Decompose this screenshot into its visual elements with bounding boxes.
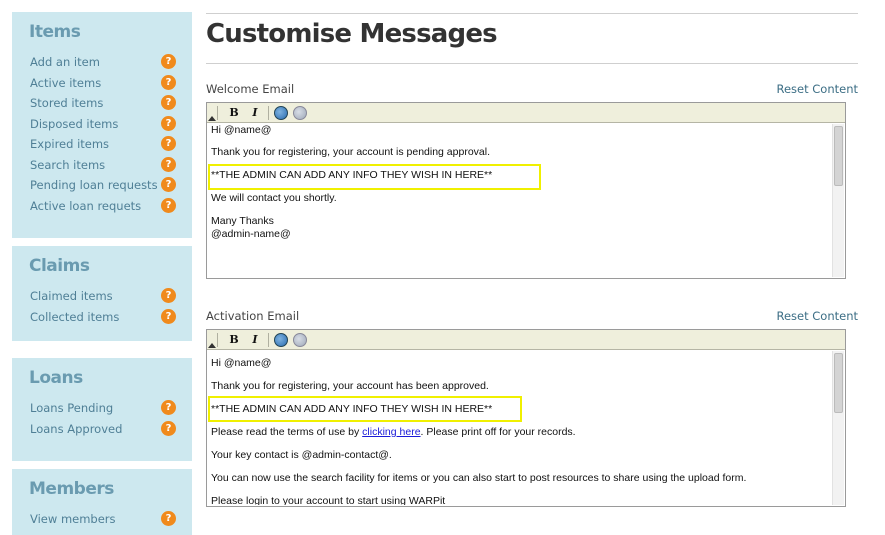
content-line: Thank you for registering, your account … bbox=[211, 146, 490, 158]
help-icon[interactable]: ? bbox=[161, 288, 176, 303]
sidebar-item-label[interactable]: Loans Pending bbox=[30, 401, 113, 415]
terms-of-use-link[interactable]: clicking here bbox=[362, 426, 420, 438]
sidebar-item-label[interactable]: Add an item bbox=[30, 55, 100, 69]
toolbar-separator bbox=[268, 333, 269, 347]
activation-editor-toolbar: B I bbox=[207, 330, 845, 350]
content-text: Please read the terms of use by bbox=[211, 426, 363, 438]
content-line: We will contact you shortly. bbox=[211, 192, 337, 204]
welcome-editor-scrollbar[interactable] bbox=[832, 124, 844, 277]
sidebar-item[interactable]: Loans Approved? bbox=[12, 420, 192, 442]
sidebar-item[interactable]: Search items? bbox=[12, 156, 192, 178]
activation-highlight-box bbox=[208, 396, 522, 422]
sidebar-item[interactable]: Disposed items? bbox=[12, 115, 192, 137]
scrollbar-thumb[interactable] bbox=[834, 353, 843, 413]
resize-corner-icon[interactable] bbox=[208, 343, 216, 348]
sidebar-item-label[interactable]: View members bbox=[30, 512, 116, 526]
sidebar-item[interactable]: Stored items? bbox=[12, 95, 192, 116]
sidebar-panel-items: Items Add an item? Active items? Stored ite… bbox=[12, 12, 192, 238]
help-icon[interactable]: ? bbox=[161, 400, 176, 415]
scrollbar-thumb[interactable] bbox=[834, 126, 843, 186]
sidebar-section-title: Loans bbox=[29, 368, 83, 388]
sidebar-item-label[interactable]: Expired items bbox=[30, 137, 109, 151]
sidebar-item-label[interactable]: Search items bbox=[30, 158, 105, 172]
sidebar-item-label[interactable]: Claimed items bbox=[30, 289, 113, 303]
toolbar-separator bbox=[268, 106, 269, 120]
sidebar-panel-loans: Loans Loans Pending? Loans Approved? bbox=[12, 358, 192, 461]
sidebar-item[interactable]: Add an item? bbox=[12, 54, 192, 75]
sidebar-item[interactable]: Loans Pending? bbox=[12, 400, 192, 421]
content-line: You can now use the search facility for … bbox=[211, 472, 747, 484]
sidebar-panel-claims: Claims Claimed items? Collected items? bbox=[12, 246, 192, 341]
content-line: Please read the terms of use by clicking… bbox=[211, 426, 825, 439]
sidebar-item-label[interactable]: Loans Approved bbox=[30, 422, 122, 436]
page-title: Customise Messages bbox=[206, 19, 498, 49]
remove-link-icon[interactable] bbox=[293, 106, 307, 120]
bold-button[interactable]: B bbox=[226, 332, 242, 348]
sidebar-section-title: Members bbox=[29, 479, 114, 499]
insert-link-icon[interactable] bbox=[274, 333, 288, 347]
activation-editor-scrollbar[interactable] bbox=[832, 351, 844, 505]
sidebar-item-label[interactable]: Disposed items bbox=[30, 117, 118, 131]
welcome-email-label: Welcome Email bbox=[206, 82, 295, 96]
sidebar-item[interactable]: Active loan requets? bbox=[12, 197, 192, 219]
help-icon[interactable]: ? bbox=[161, 54, 176, 69]
welcome-email-editor[interactable]: B I Hi @name@ Thank you for registering,… bbox=[206, 102, 846, 279]
sidebar-menu: View members? bbox=[12, 501, 192, 532]
sidebar-section-title: Items bbox=[29, 22, 81, 42]
sidebar-item[interactable]: Claimed items? bbox=[12, 288, 192, 309]
help-icon[interactable]: ? bbox=[161, 156, 176, 172]
sidebar-item[interactable]: Active items? bbox=[12, 74, 192, 96]
sidebar-item[interactable]: Collected items? bbox=[12, 308, 192, 330]
activation-email-content[interactable]: Hi @name@ Thank you for registering, you… bbox=[207, 350, 845, 505]
italic-button[interactable]: I bbox=[247, 105, 263, 121]
sidebar-item-label[interactable]: Collected items bbox=[30, 310, 119, 324]
content-line: Thank you for registering, your account … bbox=[211, 380, 489, 392]
sidebar-item-label[interactable]: Active items bbox=[30, 76, 101, 90]
sidebar-item[interactable]: Expired items? bbox=[12, 136, 192, 157]
help-icon[interactable]: ? bbox=[161, 177, 176, 192]
sidebar-panel-members: Members View members? bbox=[12, 469, 192, 535]
help-icon[interactable]: ? bbox=[161, 420, 176, 436]
welcome-highlight-box bbox=[208, 164, 541, 190]
welcome-email-content[interactable]: Hi @name@ Thank you for registering, you… bbox=[207, 123, 845, 278]
toolbar-separator bbox=[217, 333, 218, 347]
sidebar-section-title: Claims bbox=[29, 256, 90, 276]
welcome-editor-toolbar: B I bbox=[207, 103, 845, 123]
help-icon[interactable]: ? bbox=[161, 308, 176, 324]
insert-link-icon[interactable] bbox=[274, 106, 288, 120]
content-line: Your key contact is @admin-contact@. bbox=[211, 449, 392, 461]
title-divider bbox=[206, 63, 858, 64]
sidebar-item[interactable]: View members? bbox=[12, 511, 192, 532]
sidebar-item-label[interactable]: Pending loan requests bbox=[30, 178, 158, 192]
toolbar-separator bbox=[217, 106, 218, 120]
sidebar-item-label[interactable]: Active loan requets bbox=[30, 199, 141, 213]
content-line: Many Thanks bbox=[211, 215, 274, 227]
content-text: . Please print off for your records. bbox=[420, 426, 576, 438]
help-icon[interactable]: ? bbox=[161, 511, 176, 526]
help-icon[interactable]: ? bbox=[161, 74, 176, 90]
sidebar-menu: Loans Pending? Loans Approved? bbox=[12, 390, 192, 441]
sidebar-item-label[interactable]: Stored items bbox=[30, 96, 103, 110]
content-line: Hi @name@ bbox=[211, 124, 272, 136]
italic-button[interactable]: I bbox=[247, 332, 263, 348]
top-divider bbox=[206, 13, 858, 14]
sidebar-menu: Add an item? Active items? Stored items? Di… bbox=[12, 44, 192, 218]
content-line: Hi @name@ bbox=[211, 357, 272, 369]
content-line: Please login to your account to start us… bbox=[211, 495, 446, 505]
sidebar-menu: Claimed items? Collected items? bbox=[12, 278, 192, 329]
activation-reset-content-link[interactable]: Reset Content bbox=[776, 309, 858, 323]
bold-button[interactable]: B bbox=[226, 105, 242, 121]
sidebar-item[interactable]: Pending loan requests? bbox=[12, 177, 192, 198]
resize-corner-icon[interactable] bbox=[208, 116, 216, 121]
welcome-reset-content-link[interactable]: Reset Content bbox=[776, 82, 858, 96]
help-icon[interactable]: ? bbox=[161, 95, 176, 110]
help-icon[interactable]: ? bbox=[161, 197, 176, 213]
help-icon[interactable]: ? bbox=[161, 136, 176, 151]
activation-email-label: Activation Email bbox=[206, 309, 300, 323]
content-line: @admin-name@ bbox=[211, 228, 291, 240]
remove-link-icon[interactable] bbox=[293, 333, 307, 347]
help-icon[interactable]: ? bbox=[161, 115, 176, 131]
